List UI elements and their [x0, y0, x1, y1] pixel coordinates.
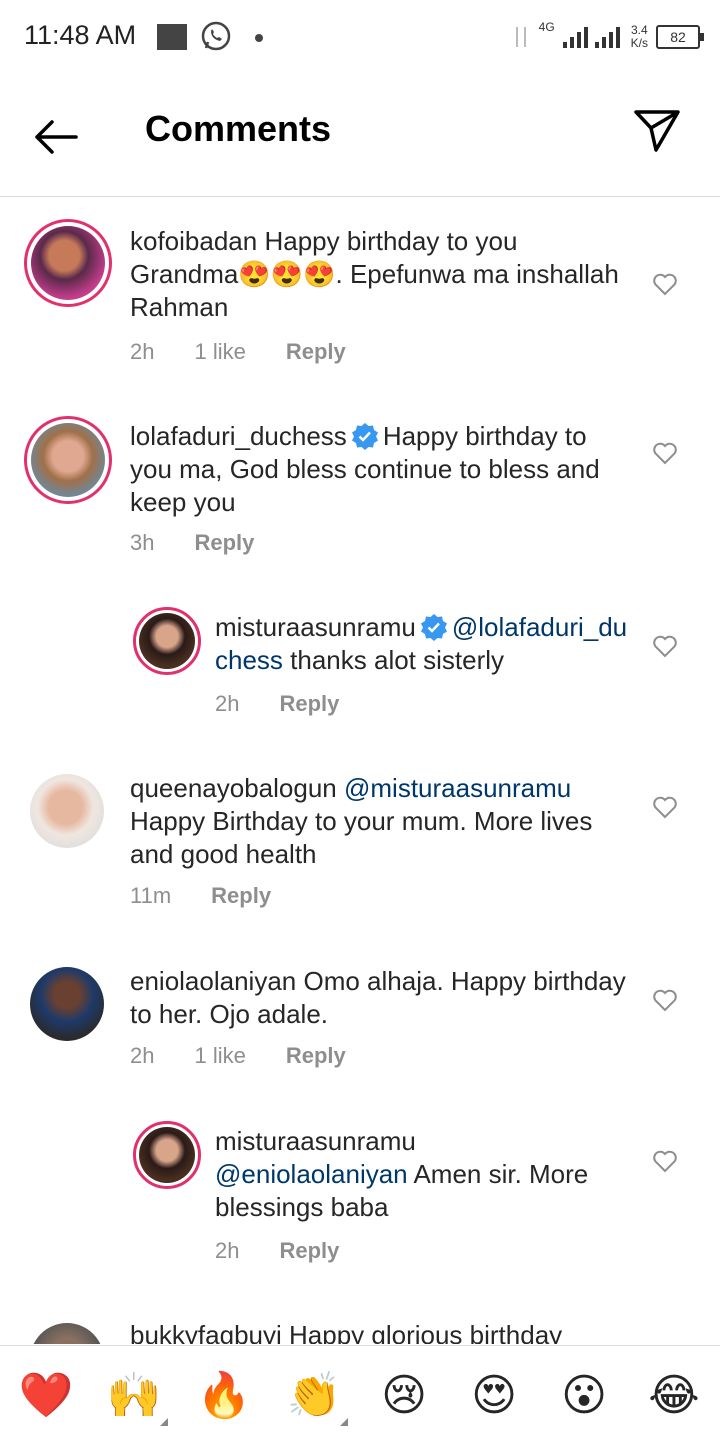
comment-list[interactable]: kofoibadan Happy birthday to you Grandma… [0, 197, 720, 1344]
comment-text: kofoibadan Happy birthday to you Grandma… [130, 225, 620, 324]
verified-badge-icon [420, 614, 447, 641]
mention-link[interactable]: @eniolaolaniyan [215, 1159, 408, 1189]
more-notifications-dot [255, 34, 263, 42]
avatar[interactable] [133, 607, 201, 675]
reply-button[interactable]: Reply [286, 1043, 346, 1069]
mention-link[interactable]: @misturaasunramu [344, 773, 571, 803]
comment-time: 2h [215, 1238, 240, 1263]
comment-text: eniolaolaniyan Omo alhaja. Happy birthda… [130, 965, 640, 1031]
like-count[interactable]: 1 like [194, 1043, 245, 1069]
comment-meta: 11m Reply [130, 883, 311, 909]
comment-meta: 2h 1 like Reply [130, 1043, 386, 1069]
avatar[interactable] [24, 219, 112, 307]
battery-indicator: 82 [656, 25, 704, 49]
username[interactable]: eniolaolaniyan [130, 966, 296, 996]
heart-eyes-emoji-button[interactable]: 😍 [466, 1368, 522, 1424]
reply-button[interactable]: Reply [194, 530, 254, 556]
heart-icon[interactable] [652, 987, 678, 1013]
heart-icon[interactable] [652, 271, 678, 297]
comment-time: 2h [130, 339, 155, 364]
network-type: 4G [538, 20, 555, 34]
comment-meta: 2h Reply [215, 1238, 379, 1264]
username[interactable]: queenayobalogun [130, 773, 337, 803]
crying-face-emoji-button[interactable]: 😢 [376, 1368, 432, 1424]
red-heart-emoji-button[interactable]: ❤️ [18, 1368, 74, 1424]
signal-icon [562, 27, 620, 48]
comment-meta: 2h Reply [215, 691, 379, 717]
comment-time: 2h [130, 1043, 155, 1068]
comment-meta: 2h 1 like Reply [130, 339, 386, 365]
skin-tone-indicator-icon [340, 1418, 348, 1426]
reply-item: misturaasunramu @lolafaduri_duchess thank… [0, 607, 720, 737]
comment-text: lolafaduri_duchess Happy birthday to you … [130, 420, 620, 519]
data-transfer-icon [515, 27, 526, 47]
reply-button[interactable]: Reply [211, 883, 271, 909]
heart-icon[interactable] [652, 1148, 678, 1174]
comment-body: Happy glorious birthday [289, 1320, 563, 1344]
username[interactable]: kofoibadan [130, 226, 257, 256]
tears-of-joy-emoji-button[interactable]: 😂 [646, 1368, 702, 1424]
comment-item: queenayobalogun @misturaasunramu Happy B… [0, 772, 720, 922]
avatar[interactable] [30, 967, 104, 1041]
comment-time: 11m [130, 883, 172, 908]
clapping-hands-emoji-button[interactable]: 👏 [286, 1368, 348, 1426]
whatsapp-icon [201, 21, 231, 51]
reply-button[interactable]: Reply [286, 339, 346, 365]
network-speed: 3.4 K/s [630, 23, 648, 50]
comment-time: 2h [215, 691, 240, 716]
comment-time: 3h [130, 530, 155, 555]
emoji-quick-reaction-bar: ❤️ 🙌 🔥 👏 😢 😍 😮 😂 [0, 1345, 720, 1443]
verified-badge-icon [351, 423, 378, 450]
reply-button[interactable]: Reply [279, 691, 339, 717]
status-bar: 11:48 AM 4G 3.4 K/s 82 [0, 0, 720, 76]
avatar[interactable] [30, 774, 104, 848]
surprised-face-emoji-button[interactable]: 😮 [556, 1368, 612, 1424]
comment-text: misturaasunramu @eniolaolaniyan Amen sir… [215, 1125, 635, 1224]
raising-hands-emoji-button[interactable]: 🙌 [106, 1368, 168, 1426]
comment-meta: 3h Reply [130, 530, 294, 556]
avatar[interactable] [133, 1121, 201, 1189]
comment-item: eniolaolaniyan Omo alhaja. Happy birthda… [0, 965, 720, 1085]
page-title: Comments [145, 108, 332, 149]
comment-item: bukkyfagbuyi Happy glorious birthday [0, 1319, 720, 1344]
heart-icon[interactable] [652, 794, 678, 820]
comment-body: thanks alot sisterly [290, 645, 505, 675]
heart-icon[interactable] [652, 633, 678, 659]
comment-text: queenayobalogun @misturaasunramu Happy B… [130, 772, 640, 871]
username[interactable]: lolafaduri_duchess [130, 421, 347, 451]
status-time: 11:48 AM [24, 20, 137, 50]
username[interactable]: bukkyfagbuyi [130, 1320, 282, 1344]
status-right: 4G 3.4 K/s 82 [511, 20, 704, 54]
notification-icon [157, 24, 187, 50]
comment-item: lolafaduri_duchess Happy birthday to you … [0, 416, 720, 566]
comment-body: Happy Birthday to your mum. More lives a… [130, 806, 593, 869]
comment-text: bukkyfagbuyi Happy glorious birthday [130, 1319, 640, 1344]
comment-item: kofoibadan Happy birthday to you Grandma… [0, 219, 720, 389]
avatar[interactable] [30, 1323, 104, 1344]
fire-emoji-button[interactable]: 🔥 [196, 1368, 252, 1424]
paper-plane-icon[interactable] [632, 106, 682, 156]
avatar[interactable] [24, 416, 112, 504]
username[interactable]: misturaasunramu [215, 612, 416, 642]
skin-tone-indicator-icon [160, 1418, 168, 1426]
reply-item: misturaasunramu @eniolaolaniyan Amen sir… [0, 1121, 720, 1271]
username[interactable]: misturaasunramu [215, 1125, 635, 1158]
comment-text: misturaasunramu @lolafaduri_duchess thank… [215, 611, 635, 677]
header: Comments [0, 76, 720, 197]
reply-button[interactable]: Reply [279, 1238, 339, 1264]
heart-icon[interactable] [652, 440, 678, 466]
like-count[interactable]: 1 like [194, 339, 245, 365]
arrow-left-icon[interactable] [30, 111, 82, 163]
